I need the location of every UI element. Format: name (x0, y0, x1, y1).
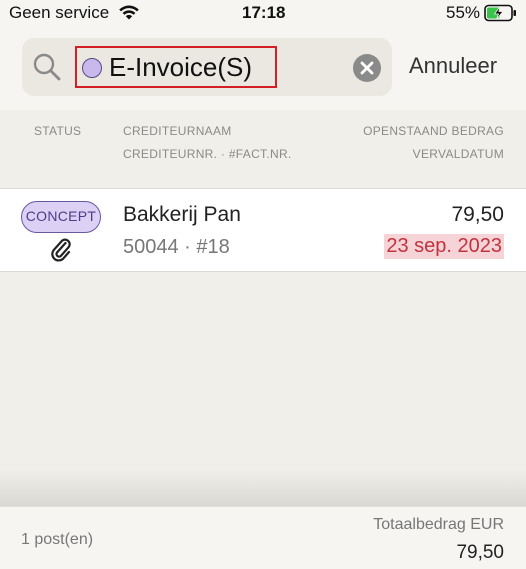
battery-percent-label: 55% (446, 3, 481, 22)
clear-search-button[interactable] (353, 54, 381, 82)
search-token-label[interactable]: E-Invoice(S) (109, 52, 252, 83)
creditor-number: 50044 · #18 (123, 236, 230, 258)
search-token-color-dot (82, 58, 102, 78)
close-icon (360, 61, 374, 75)
column-header-creditor-name[interactable]: CREDITEURNAAM (123, 124, 232, 138)
footer-summary: 1 post(en) Totaalbedrag EUR 79,50 (0, 506, 526, 569)
due-date: 23 sep. 2023 (384, 234, 504, 259)
status-badge: CONCEPT (21, 201, 101, 233)
cancel-button[interactable]: Annuleer (409, 53, 497, 79)
column-header-status[interactable]: STATUS (34, 124, 81, 138)
search-field[interactable]: E-Invoice(S) (22, 38, 392, 96)
battery-charging-icon (484, 4, 518, 27)
creditor-name: Bakkerij Pan (123, 203, 241, 226)
carrier-label: Geen service (9, 3, 110, 22)
column-header-outstanding-amount[interactable]: OPENSTAAND BEDRAG (363, 124, 504, 138)
column-header-creditor-nr[interactable]: CREDITEURNR. · #FACT.NR. (123, 147, 293, 162)
outstanding-amount: 79,50 (451, 203, 504, 226)
total-label: Totaalbedrag EUR (373, 516, 504, 533)
search-icon (32, 52, 62, 87)
search-header: E-Invoice(S) Annuleer (0, 26, 526, 110)
total-amount: 79,50 (456, 542, 504, 563)
clock-label: 17:18 (242, 3, 286, 22)
wifi-icon (118, 3, 140, 26)
column-header-due-date[interactable]: VERVALDATUM (413, 147, 504, 161)
status-bar: Geen service 17:18 55% (0, 0, 526, 26)
footer-shadow (0, 470, 526, 506)
invoice-row[interactable]: CONCEPT Bakkerij Pan 50044 · #18 79,50 2… (0, 189, 526, 272)
column-headers: STATUS CREDITEURNAAM CREDITEURNR. · #FAC… (0, 110, 526, 189)
paperclip-icon (50, 238, 72, 267)
item-count: 1 post(en) (21, 531, 94, 548)
